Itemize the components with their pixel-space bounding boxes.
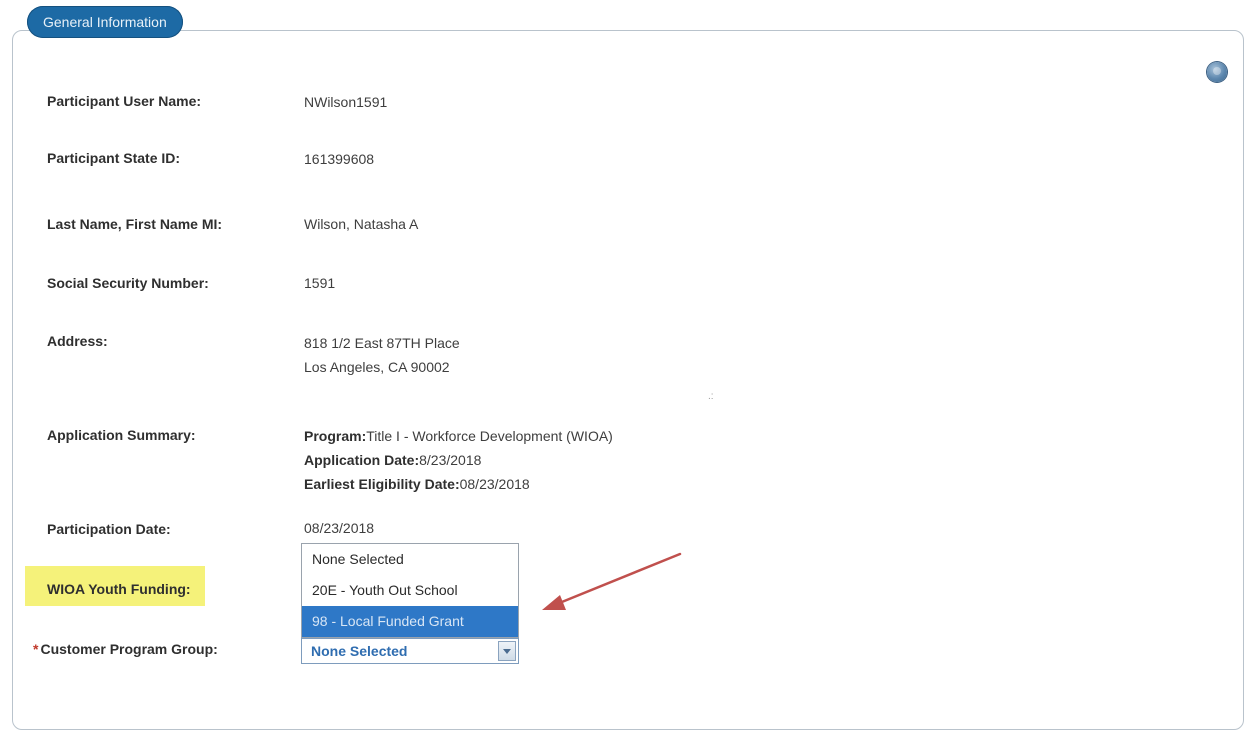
program-key: Program:	[304, 428, 367, 444]
customer-program-group-select[interactable]: None Selected	[301, 638, 519, 664]
participant-name-value: Wilson, Natasha A	[304, 216, 419, 232]
application-date-key: Application Date:	[304, 452, 420, 468]
address-label: Address:	[47, 333, 108, 349]
customer-program-group-selected-value: None Selected	[311, 643, 408, 659]
help-icon[interactable]	[1207, 62, 1227, 82]
address-line-2: Los Angeles, CA 90002	[304, 359, 450, 375]
wioa-youth-funding-dropdown-list[interactable]: None Selected 20E - Youth Out School 98 …	[301, 543, 519, 638]
program-value: Title I - Workforce Development (WIOA)	[366, 428, 613, 444]
address-line-1: 818 1/2 East 87TH Place	[304, 335, 460, 351]
chevron-down-icon[interactable]	[498, 641, 516, 661]
participant-state-id-label: Participant State ID:	[47, 150, 181, 166]
required-marker: *	[33, 641, 39, 657]
participant-state-id-value: 161399608	[304, 151, 375, 167]
customer-program-group-label: * Customer Program Group:	[33, 641, 218, 657]
general-information-tab[interactable]: General Information	[27, 6, 183, 38]
dropdown-option-20e-youth-out-school[interactable]: 20E - Youth Out School	[302, 575, 518, 606]
participation-date-value: 08/23/2018	[304, 520, 375, 536]
application-summary-label: Application Summary:	[47, 427, 196, 443]
annotation-arrow-icon	[542, 552, 682, 610]
earliest-eligibility-value: 08/23/2018	[459, 476, 530, 492]
earliest-eligibility-key: Earliest Eligibility Date:	[304, 476, 460, 492]
customer-program-group-text: Customer Program Group:	[40, 641, 218, 657]
participant-user-name-value: NWilson1591	[304, 94, 388, 110]
wioa-youth-funding-label: WIOA Youth Funding:	[47, 581, 191, 597]
application-summary-value: Program:Title I - Workforce Development …	[304, 424, 613, 496]
participant-name-label: Last Name, First Name MI:	[47, 216, 223, 232]
scan-speck: .:	[708, 391, 714, 402]
address-value: 818 1/2 East 87TH Place Los Angeles, CA …	[304, 331, 460, 379]
dropdown-option-98-local-funded-grant[interactable]: 98 - Local Funded Grant	[302, 606, 518, 637]
ssn-label: Social Security Number:	[47, 275, 209, 291]
ssn-value: 1591	[304, 275, 336, 291]
participant-user-name-label: Participant User Name:	[47, 93, 202, 109]
dropdown-option-none-selected[interactable]: None Selected	[302, 544, 518, 575]
participation-date-label: Participation Date:	[47, 521, 171, 537]
application-date-value: 8/23/2018	[419, 452, 482, 468]
general-information-panel	[12, 30, 1244, 730]
